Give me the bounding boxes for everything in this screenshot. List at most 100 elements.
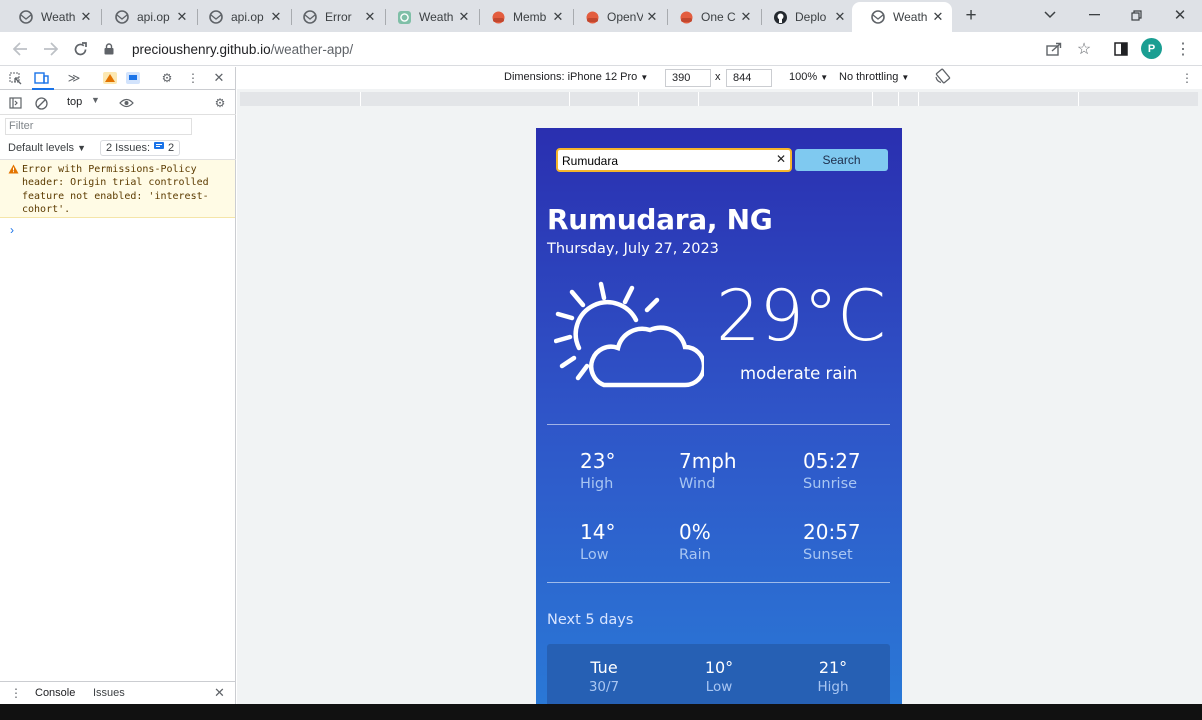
browser-tab[interactable]: Weath ✕ [378, 2, 478, 32]
close-tab-icon[interactable]: ✕ [550, 9, 566, 25]
drawer-menu-icon[interactable]: ⋮ [10, 686, 22, 700]
forecast-low-label: Low [705, 679, 733, 695]
browser-toolbar: precioushenry.github.io/weather-app/ ☆ P… [0, 32, 1202, 66]
back-icon[interactable] [9, 38, 31, 60]
issues-button[interactable]: 2 Issues: 2 [100, 140, 181, 156]
zoom-dropdown[interactable]: 100% ▼ [789, 71, 828, 83]
close-tab-icon[interactable]: ✕ [362, 9, 378, 25]
device-toolbar: Dimensions: iPhone 12 Pro ▼ 390 x 844 10… [237, 67, 1202, 89]
minimize-icon[interactable] [1082, 4, 1106, 26]
tab-title: Error [325, 10, 352, 24]
browser-tab[interactable]: Deplo ✕ [754, 2, 854, 32]
console-warning-message: Error with Permissions-Policy header: Or… [0, 160, 235, 218]
forecast-high: 21° High [793, 658, 873, 695]
throttling-dropdown[interactable]: No throttling ▼ [839, 71, 909, 83]
openweather-icon [584, 9, 600, 25]
devtools-toolbar: ≫ ⚙ ⋮ ✕ [0, 67, 236, 90]
close-tab-icon[interactable]: ✕ [930, 9, 946, 25]
bookmark-star-icon[interactable]: ☆ [1073, 38, 1095, 60]
forecast-low: 10° Low [679, 658, 759, 695]
share-icon[interactable] [1043, 38, 1065, 60]
device-dropdown[interactable]: Dimensions: iPhone 12 Pro ▼ [504, 71, 648, 83]
stat-value: 14° [580, 520, 616, 544]
forecast-low-value: 10° [704, 658, 734, 677]
media-query-ruler[interactable] [240, 92, 1198, 106]
close-devtools-icon[interactable]: ✕ [210, 69, 228, 87]
close-tab-icon[interactable]: ✕ [832, 9, 848, 25]
devtools-panel: ≫ ⚙ ⋮ ✕ top ▼ ⚙ Filter Default levels ▼ … [0, 67, 236, 704]
profile-avatar[interactable]: P [1141, 38, 1162, 59]
tab-search-icon[interactable] [1038, 4, 1062, 26]
tab-title: Deplo [795, 10, 827, 24]
stat-wind: 7mph Wind [679, 449, 789, 492]
browser-tab[interactable]: OpenV ✕ [566, 2, 666, 32]
warning-badge-icon[interactable] [101, 69, 119, 87]
browser-tab[interactable]: Error ✕ [284, 2, 384, 32]
message-badge-icon[interactable] [124, 69, 142, 87]
close-tab-icon[interactable]: ✕ [456, 9, 472, 25]
close-tab-icon[interactable]: ✕ [644, 9, 660, 25]
context-selector[interactable]: top [67, 96, 82, 108]
tab-title: Memb [513, 10, 547, 24]
side-panel-icon[interactable] [1110, 38, 1132, 60]
city-search-input[interactable] [558, 151, 790, 171]
tab-title: api.op [137, 10, 170, 24]
live-expression-eye-icon[interactable] [117, 94, 135, 112]
sidebar-toggle-icon[interactable] [6, 94, 24, 112]
browser-tab-active[interactable]: Weath ✕ [852, 2, 952, 32]
browser-tab[interactable]: api.op ✕ [96, 2, 196, 32]
tab-title: Weath [419, 10, 454, 24]
issues-tab[interactable]: Issues [93, 687, 125, 699]
levels-label: Default levels [8, 142, 75, 154]
github-icon [772, 9, 788, 25]
zoom-label: 100% [789, 71, 818, 83]
clear-console-icon[interactable] [32, 94, 50, 112]
browser-tab[interactable]: Weath ✕ [0, 2, 100, 32]
dimension-separator: x [715, 71, 721, 83]
device-toolbar-menu-icon[interactable]: ⋮ [1181, 71, 1193, 85]
settings-gear-icon[interactable]: ⚙ [158, 69, 176, 87]
clear-search-icon[interactable]: ✕ [776, 152, 786, 166]
issue-message-icon [154, 142, 165, 154]
address-bar[interactable]: precioushenry.github.io/weather-app/ [104, 36, 1034, 62]
default-levels-dropdown[interactable]: Default levels ▼ [8, 142, 86, 154]
console-settings-icon[interactable]: ⚙ [211, 94, 229, 112]
lock-icon[interactable] [104, 43, 118, 55]
devtools-menu-icon[interactable]: ⋮ [184, 69, 202, 87]
inspect-element-icon[interactable] [6, 69, 24, 87]
console-tab[interactable]: Console [35, 687, 75, 699]
stat-value: 0% [679, 520, 711, 544]
close-tab-icon[interactable]: ✕ [268, 9, 284, 25]
more-tabs-icon[interactable]: ≫ [65, 69, 83, 87]
browser-tab[interactable]: Memb ✕ [472, 2, 572, 32]
width-input[interactable]: 390 [665, 69, 711, 87]
browser-tab[interactable]: api.op ✕ [190, 2, 290, 32]
reload-icon[interactable] [69, 38, 91, 60]
search-button[interactable]: Search [795, 149, 888, 171]
tab-title: One C [701, 10, 736, 24]
browser-menu-icon[interactable]: ⋮ [1172, 38, 1194, 60]
stat-label: Sunrise [803, 476, 858, 492]
height-input[interactable]: 844 [726, 69, 772, 87]
throttling-label: No throttling [839, 71, 899, 83]
console-prompt-icon[interactable]: › [10, 223, 14, 237]
device-toggle-icon[interactable] [32, 69, 50, 87]
new-tab-icon[interactable]: + [960, 5, 982, 27]
close-tab-icon[interactable]: ✕ [738, 9, 754, 25]
close-drawer-icon[interactable]: ✕ [214, 685, 225, 701]
console-filter-input[interactable]: Filter [5, 118, 192, 135]
close-tab-icon[interactable]: ✕ [78, 9, 94, 25]
stat-rain: 0% Rain [679, 520, 789, 563]
levels-dropdown-icon: ▼ [77, 143, 87, 153]
globe-icon [114, 9, 130, 25]
forward-icon[interactable] [39, 38, 61, 60]
restore-icon[interactable] [1124, 4, 1148, 26]
browser-tab[interactable]: One C ✕ [660, 2, 760, 32]
forecast-high-label: High [817, 679, 849, 695]
device-emulation-area: Dimensions: iPhone 12 Pro ▼ 390 x 844 10… [237, 67, 1202, 704]
close-window-icon[interactable]: ✕ [1168, 4, 1192, 26]
rotate-icon[interactable] [935, 68, 951, 87]
chatgpt-icon [396, 9, 412, 25]
close-tab-icon[interactable]: ✕ [174, 9, 190, 25]
context-dropdown-icon[interactable]: ▼ [91, 95, 100, 105]
